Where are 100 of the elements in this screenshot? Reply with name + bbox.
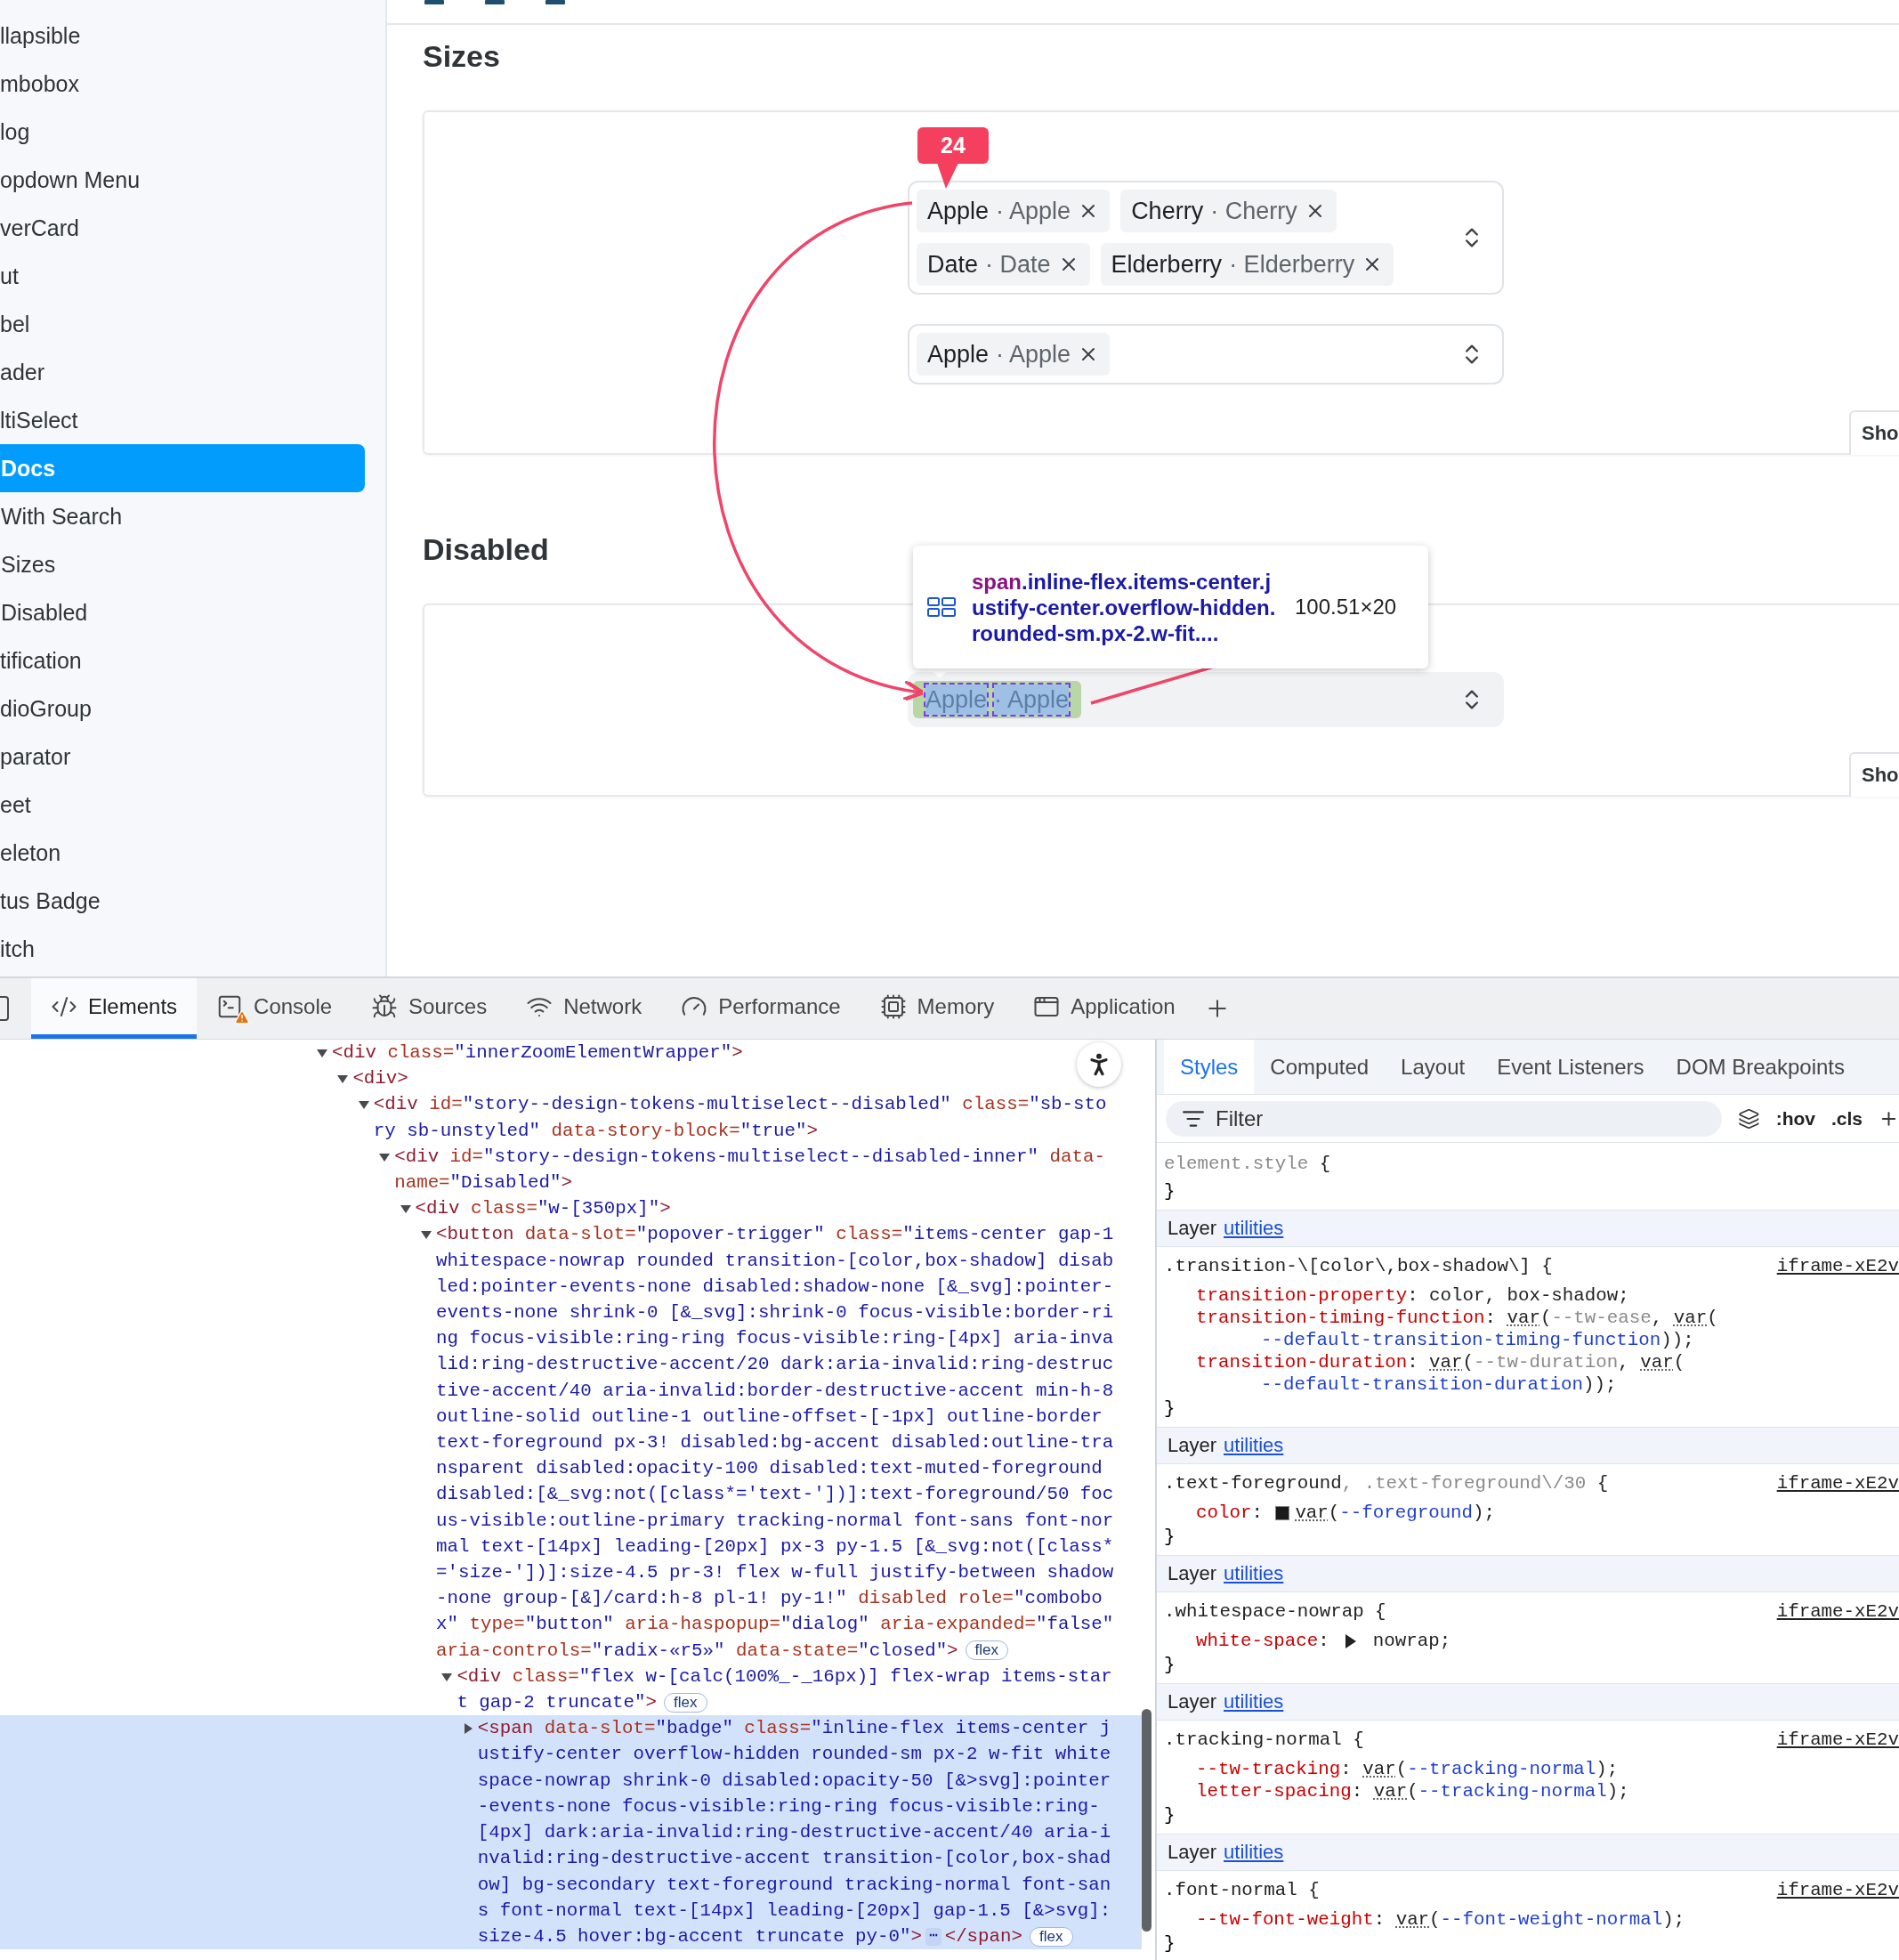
code-text: .tracking-normal { [1164,1729,1364,1750]
toolbar-icon[interactable] [424,0,444,5]
source-link[interactable]: iframe-xE2v [1776,1600,1899,1622]
dom-node-row[interactable] [0,1715,1142,1950]
sidebar-item[interactable]: tification [0,636,365,684]
layer-link[interactable]: utilities [1224,1434,1284,1457]
devtools-tab[interactable]: Performance [661,978,861,1039]
dom-node-row[interactable]: <div id="story--design-tokens-multiselect--disabled-inner" data- name="Disabled"> [0,1143,1142,1196]
code-text: .font-normal { [1164,1879,1320,1900]
dom-node-row[interactable]: <div id="story--design-tokens-multiselect--disabled" class="sb-sto ry sb-unstyled" data-story-block="true"> [0,1091,1142,1144]
devtools-tab[interactable]: Elements [31,978,198,1039]
dom-node-row[interactable]: <div class="innerZoomElementWrapper"> [0,1040,1142,1066]
code-text: name="Disabled"> [394,1171,572,1195]
layer-label: Layer [1168,1690,1217,1713]
code-text: .transition-\[color\,box-shadow\] { [1164,1255,1553,1276]
element-size-text: 100.51×20 [1295,595,1397,620]
sidebar-item[interactable]: llapsible [0,12,365,60]
sidebar-item[interactable]: opdown Menu [0,156,365,204]
ellipsis-button[interactable]: ⋯ [925,1927,941,1946]
sidebar-item[interactable]: eet [0,781,365,829]
layer-link[interactable]: utilities [1224,1690,1284,1713]
flex-badge[interactable]: flex [965,1640,1009,1661]
show-code-button[interactable]: Sho [1849,752,1899,797]
sidebar-item[interactable]: ader [0,348,365,396]
code-text: --default-transition-duration)); [1261,1374,1617,1395]
styles-tab[interactable]: DOM Breakpoints [1660,1040,1861,1094]
accessibility-button[interactable] [1077,1042,1121,1087]
code-text: --tw-font-weight: var(--font-weight-normal); [1196,1909,1685,1930]
sidebar-item[interactable]: eleton [0,829,365,877]
toggle-button[interactable]: .cls [1830,1107,1863,1130]
dock-icon[interactable] [0,996,9,1021]
multi-select[interactable]: Apple · Apple Cherry · Cherry Date · Date Elderberry · Elderberry [908,181,1504,295]
devtools-tab[interactable]: Console [197,978,352,1039]
code-text: [4px] dark:aria-invalid:ring-destructive-accent/40 aria-i [477,1821,1111,1845]
code-text: letter-spacing: var(--tracking-normal); [1196,1781,1629,1802]
dom-node-row[interactable]: <div class="w-[350px]"> [0,1195,1142,1222]
sidebar-item[interactable]: Disabled [0,588,365,636]
devtools-tab[interactable]: Memory [860,978,1014,1039]
bug-icon [371,992,399,1020]
code-text: } [1163,1804,1176,1827]
code-text: white-space: [1196,1631,1330,1651]
dom-node-row[interactable]: <div class="flex w-[calc(100%_-_16px)] flex-wrap items-star t gap-2 truncate"> flex [0,1663,1142,1716]
styles-tab[interactable]: Event Listeners [1481,1040,1661,1094]
code-text: transition-timing-function: var(--tw-ease, var( [1196,1308,1718,1328]
section-heading: Sizes [423,38,501,75]
flex-badge[interactable]: flex [1030,1926,1073,1947]
multi-select[interactable]: Apple · Apple [908,324,1504,385]
code-text: events-none shrink-0 [&_svg]:shrink-0 focus-visible:border-ri [436,1301,1114,1325]
code-text: ow] bg-secondary text-foreground tracking-normal font-san [477,1873,1111,1897]
chip-value: · Date [985,250,1051,279]
layer-label: Layer [1168,1841,1217,1864]
sidebar-item[interactable]: parator [0,733,365,781]
sidebar-item[interactable]: verCard [0,204,365,252]
styles-tab[interactable]: Layout [1385,1040,1482,1094]
sidebar-item[interactable]: bel [0,300,365,348]
styles-tab[interactable]: Styles [1164,1040,1255,1094]
sidebar-item[interactable]: ltiSelect [0,396,365,444]
toggle-button[interactable]: :hov [1775,1107,1815,1130]
code-text: } [1163,1654,1176,1677]
show-code-button[interactable]: Sho [1849,410,1899,455]
sidebar-item[interactable]: mbobox [0,60,365,108]
dom-node-row[interactable]: <div> [0,1065,1142,1092]
styles-tab[interactable]: Computed [1254,1040,1386,1094]
sidebar-item[interactable]: Sizes [0,540,365,588]
sidebar-item[interactable]: tus Badge [0,877,365,925]
layer-link[interactable]: utilities [1224,1562,1284,1585]
sidebar-item[interactable]: log [0,108,365,156]
devtools-tab[interactable]: Sources [352,978,507,1039]
code-text: ry sb-unstyled" data-story-block="true"> [373,1119,819,1143]
toolbar-icon[interactable] [545,0,565,5]
callout-pointer [937,163,958,189]
source-link[interactable]: iframe-xE2v [1776,1879,1899,1900]
code-text: <button data-slot="popover-trigger" class="items-center gap-1 [436,1223,1114,1247]
sidebar-item[interactable]: ut [0,252,365,300]
code-text: outline-solid outline-1 outline-offset-[-1px] outline-border [436,1405,1103,1429]
color-swatch[interactable] [1275,1505,1290,1520]
code-text: transition-duration: var(--tw-duration, var( [1196,1352,1685,1373]
source-link[interactable]: iframe-xE2v [1776,1472,1899,1494]
code-text: us-visible:outline-primary tracking-normal font-sans font-nor [436,1509,1114,1533]
chip-label: Date [927,250,979,279]
sidebar-item[interactable]: itch [0,925,365,973]
code-text: text-foreground px-3! disabled:bg-accent disabled:outline-tra [436,1431,1114,1455]
source-link[interactable]: iframe-xE2v [1776,1255,1899,1276]
code-text: whitespace-nowrap rounded transition-[color,box-shadow] disab [436,1249,1114,1273]
code-text: mal text-[14px] leading-[20px] px-3 py-1.5 [&_svg:not([class* [436,1535,1114,1559]
code-text: .whitespace-nowrap { [1164,1600,1386,1622]
sidebar-item[interactable]: dioGroup [0,684,365,733]
layer-link[interactable]: utilities [1224,1217,1284,1240]
filter-field[interactable]: Filter [1166,1100,1722,1137]
toolbar-icon[interactable] [485,0,505,5]
code-text: } [1163,1397,1176,1421]
devtools-tab[interactable]: Application [1014,978,1195,1039]
chip-label: Apple [925,684,988,715]
caret-down-icon[interactable] [316,1047,328,1059]
sidebar-item[interactable]: With Search [0,492,365,540]
scrollbar[interactable] [1142,1709,1152,1932]
layer-link[interactable]: utilities [1224,1841,1284,1864]
source-link[interactable]: iframe-xE2v [1776,1729,1899,1750]
flex-badge[interactable]: flex [664,1692,707,1713]
devtools-tab[interactable]: Network [506,978,662,1039]
